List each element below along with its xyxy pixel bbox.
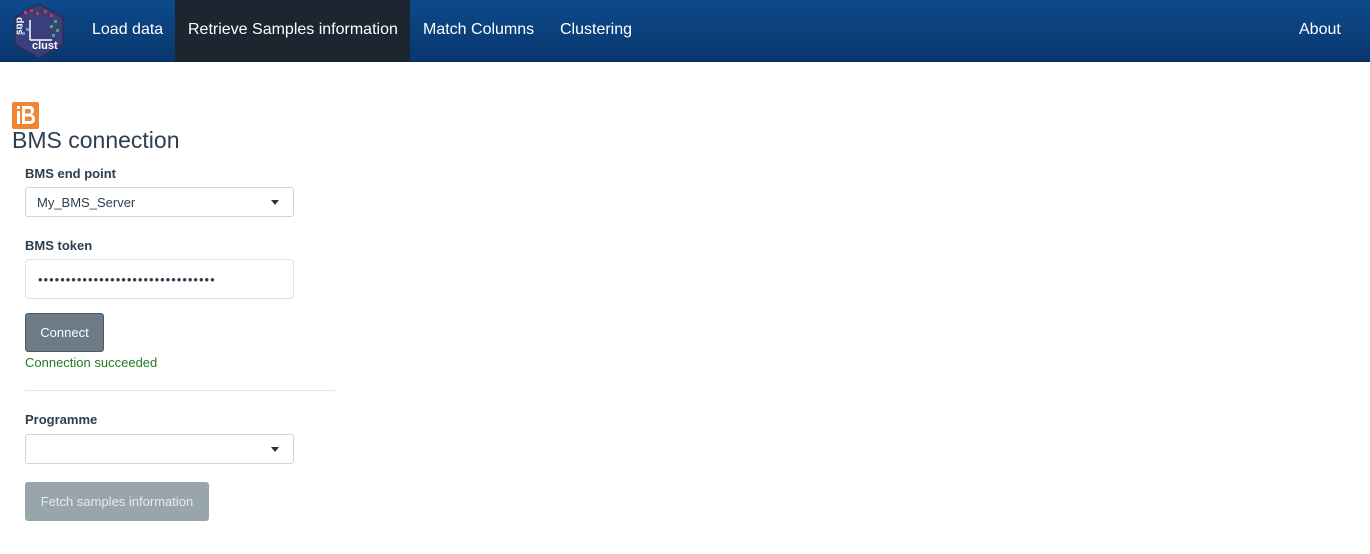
divider <box>25 390 335 391</box>
programme-label: Programme <box>25 412 98 427</box>
nav-load-data[interactable]: Load data <box>79 0 176 62</box>
nav-match-columns[interactable]: Match Columns <box>410 0 547 62</box>
snpclust-logo[interactable]: snp clust <box>10 2 68 60</box>
endpoint-label: BMS end point <box>25 166 116 181</box>
fetch-samples-button[interactable]: Fetch samples information <box>25 482 209 521</box>
endpoint-select[interactable]: My_BMS_Server <box>25 187 294 217</box>
navbar: snp clust Load data Retrieve Samples inf… <box>0 0 1370 62</box>
nav-about[interactable]: About <box>1286 0 1354 62</box>
nav-clustering[interactable]: Clustering <box>547 0 645 62</box>
logo-clust-text: clust <box>32 40 58 52</box>
logo-snp-text: snp <box>14 17 25 35</box>
programme-select[interactable] <box>25 434 294 464</box>
endpoint-value: My_BMS_Server <box>37 195 136 210</box>
page-title: BMS connection <box>12 127 180 153</box>
connection-status: Connection succeeded <box>25 355 158 370</box>
token-input[interactable]: •••••••••••••••••••••••••••••••• <box>25 259 294 299</box>
bms-logo <box>12 102 39 129</box>
caret-down-icon <box>271 200 279 205</box>
caret-down-icon <box>271 447 279 452</box>
nav-retrieve-samples[interactable]: Retrieve Samples information <box>175 0 410 62</box>
connect-button[interactable]: Connect <box>25 313 104 352</box>
token-label: BMS token <box>25 238 93 253</box>
